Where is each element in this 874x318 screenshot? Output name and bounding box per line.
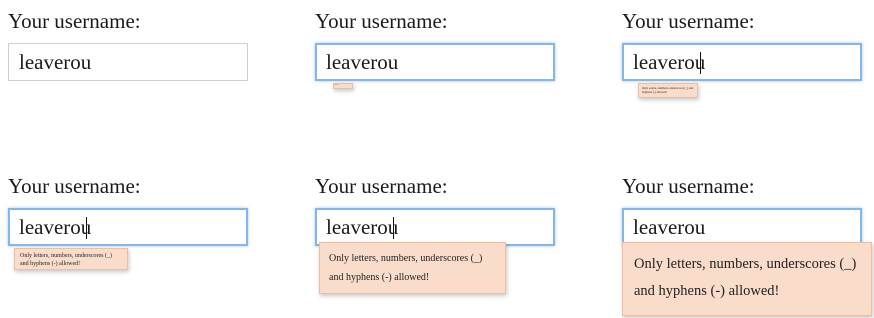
username-label: Your username: (622, 174, 755, 198)
username-input[interactable]: leaverou (315, 43, 555, 81)
validation-tooltip: Only letters, numbers, underscores (_) a… (638, 83, 698, 98)
username-label: Your username: (622, 9, 755, 33)
validation-tooltip: Only letters, numbers, underscores (_) a… (319, 242, 506, 294)
username-input-value: leaverou (19, 215, 92, 239)
username-input[interactable]: leaverou (8, 43, 248, 81)
validation-tooltip-text: Only letters, numbers, underscores (_) a… (329, 253, 483, 283)
username-input-value: leaverou (326, 215, 399, 239)
username-input[interactable]: leaverou (315, 208, 555, 246)
validation-tooltip: Only letters, numbers, underscores (_) a… (333, 83, 353, 89)
username-input-value: leaverou (19, 50, 92, 74)
validation-tooltip-text: Only letters, numbers, underscores (_) a… (20, 253, 112, 267)
validation-tooltip: Only letters, numbers, underscores (_) a… (14, 248, 128, 270)
text-caret (393, 217, 394, 239)
username-input[interactable]: leaverou (8, 208, 248, 246)
username-input[interactable]: leaverou (622, 43, 862, 81)
text-caret (700, 52, 701, 74)
username-input-value: leaverou (633, 215, 706, 239)
username-input-value: leaverou (633, 50, 706, 74)
username-frame-2: Your username: leaverou Only letters, nu… (315, 9, 560, 139)
validation-tooltip: Only letters, numbers, underscores (_) a… (622, 242, 872, 316)
username-frame-1: Your username: leaverou (8, 9, 248, 139)
username-input-value: leaverou (326, 50, 399, 74)
username-frame-6: Your username: leaverou Only letters, nu… (622, 174, 872, 316)
username-frame-4: Your username: leaverou Only letters, nu… (8, 174, 253, 314)
text-caret (86, 217, 87, 239)
validation-tooltip-text: Only letters, numbers, underscores (_) a… (334, 84, 352, 86)
username-label: Your username: (315, 174, 448, 198)
validation-tooltip-text: Only letters, numbers, underscores (_) a… (642, 86, 694, 94)
username-label: Your username: (8, 174, 141, 198)
username-frame-3: Your username: leaverou Only letters, nu… (622, 9, 867, 139)
username-input[interactable]: leaverou (622, 208, 862, 246)
username-frame-5: Your username: leaverou Only letters, nu… (315, 174, 560, 314)
username-label: Your username: (8, 9, 141, 33)
username-label: Your username: (315, 9, 448, 33)
validation-tooltip-text: Only letters, numbers, underscores (_) a… (634, 256, 857, 299)
